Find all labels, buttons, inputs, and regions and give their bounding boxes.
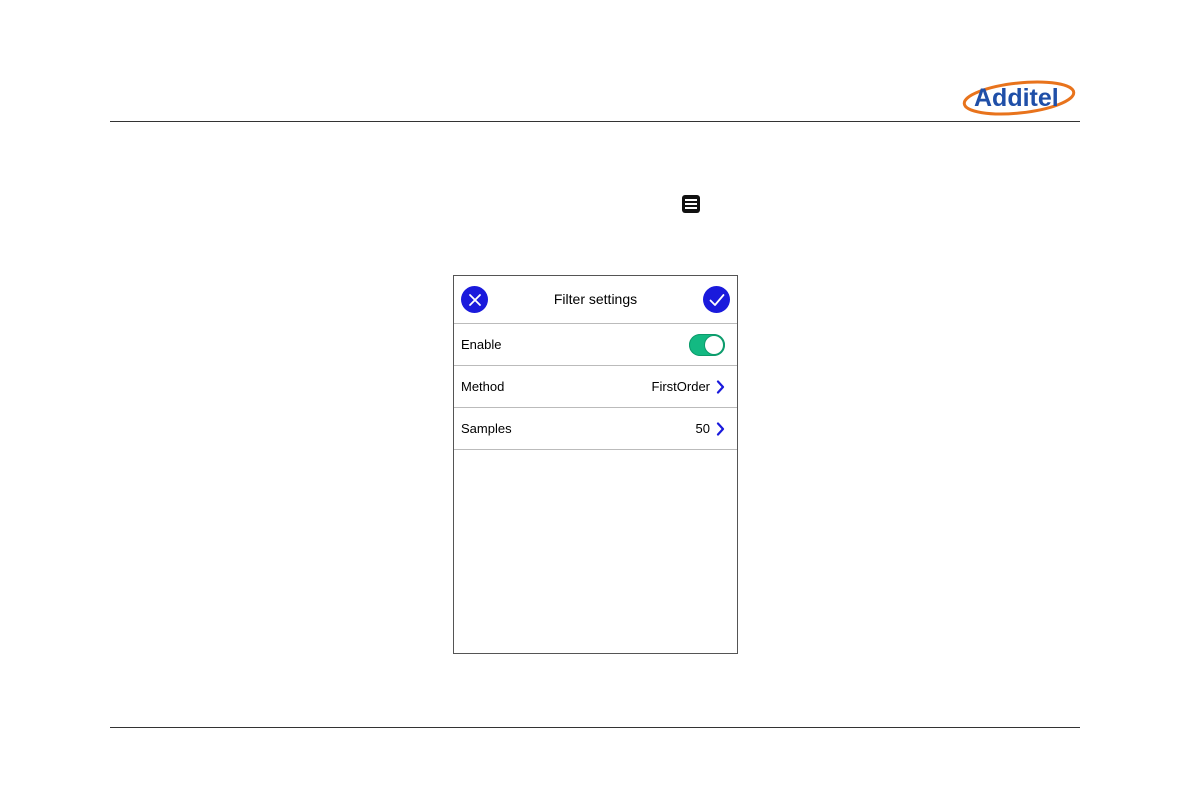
menu-list-icon — [681, 194, 701, 214]
method-row[interactable]: Method FirstOrder — [454, 366, 737, 408]
additel-logo: Additel — [960, 74, 1078, 120]
check-icon — [709, 293, 724, 306]
dialog-titlebar: Filter settings — [454, 276, 737, 324]
chevron-right-icon — [716, 421, 725, 436]
filter-settings-dialog: Filter settings Enable Method FirstOrder… — [453, 275, 738, 654]
toggle-knob — [705, 335, 723, 354]
cancel-button[interactable] — [461, 286, 488, 313]
samples-label: Samples — [461, 421, 512, 436]
enable-row[interactable]: Enable — [454, 324, 737, 366]
samples-value: 50 — [695, 421, 710, 436]
svg-text:Additel: Additel — [974, 84, 1059, 112]
header-rule — [110, 121, 1080, 122]
method-value: FirstOrder — [651, 379, 711, 394]
dialog-title: Filter settings — [553, 291, 638, 307]
confirm-button[interactable] — [703, 286, 730, 313]
samples-row[interactable]: Samples 50 — [454, 408, 737, 450]
footer-rule — [110, 727, 1080, 728]
method-label: Method — [461, 379, 505, 394]
close-icon — [468, 293, 481, 306]
enable-label: Enable — [461, 337, 502, 352]
enable-toggle[interactable] — [689, 333, 725, 356]
chevron-right-icon — [716, 379, 725, 394]
